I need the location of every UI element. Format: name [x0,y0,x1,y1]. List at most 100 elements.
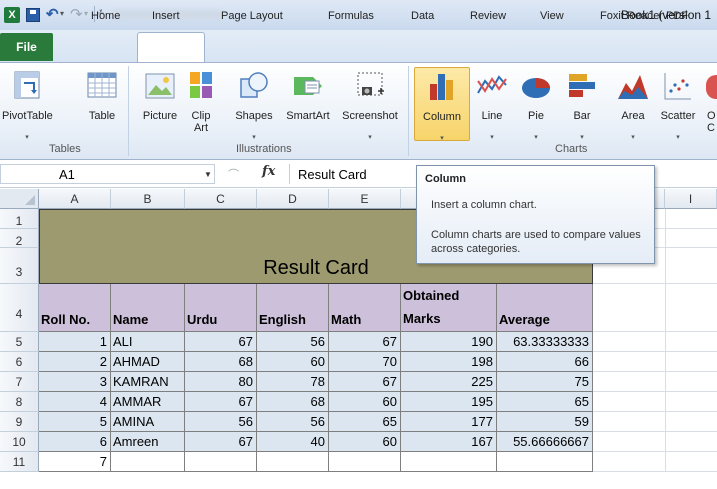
tab-formulas[interactable]: Formulas [328,10,374,22]
chevron-down-icon[interactable]: ▼ [204,170,212,179]
cell-average[interactable]: 75 [497,372,593,392]
column-chart-button[interactable]: Column ▾ [414,67,470,142]
cell-roll[interactable]: 2 [39,352,111,372]
cell-name[interactable]: AMINA [111,412,185,432]
cell-obtained[interactable]: 195 [401,392,497,412]
row-header-2[interactable]: 2 [0,229,39,248]
column-header-c[interactable]: C [185,189,257,209]
pie-chart-button[interactable]: Pie ▾ [516,67,556,141]
select-all-corner[interactable] [0,189,39,209]
cell-average[interactable]: 65 [497,392,593,412]
cell-roll[interactable]: 1 [39,332,111,352]
cell-math[interactable]: 67 [329,372,401,392]
cell-math[interactable]: 65 [329,412,401,432]
cell-urdu[interactable]: 56 [185,412,257,432]
cell-average[interactable]: 55.66666667 [497,432,593,452]
cell-english[interactable] [257,452,329,472]
row-header-10[interactable]: 10 [0,432,39,452]
column-header-a[interactable]: A [39,189,111,209]
column-header-e[interactable]: E [329,189,401,209]
tab-data[interactable]: Data [411,10,434,22]
cell-name[interactable]: KAMRAN [111,372,185,392]
tab-file[interactable]: File [0,33,53,61]
cell-name[interactable]: Amreen [111,432,185,452]
cell-english[interactable]: 56 [257,332,329,352]
cell-english[interactable]: 78 [257,372,329,392]
cell-urdu[interactable]: 67 [185,432,257,452]
row-header-4[interactable]: 4 [0,284,39,332]
header-average[interactable]: Average [497,284,593,332]
row-header-5[interactable]: 5 [0,332,39,352]
area-chart-button[interactable]: Area ▾ [613,67,653,141]
cell-english[interactable]: 56 [257,412,329,432]
header-math[interactable]: Math [329,284,401,332]
tab-review[interactable]: Review [470,10,506,22]
pivottable-button[interactable]: PivotTable ▾ [2,67,53,141]
row-header-8[interactable]: 8 [0,392,39,412]
tab-insert[interactable]: Insert [152,10,180,22]
cell-roll[interactable]: 6 [39,432,111,452]
cell-urdu[interactable]: 68 [185,352,257,372]
cell-obtained[interactable]: 190 [401,332,497,352]
cell-name[interactable]: AMMAR [111,392,185,412]
column-header-b[interactable]: B [111,189,185,209]
row-header-9[interactable]: 9 [0,412,39,432]
shapes-button[interactable]: Shapes ▾ [233,67,275,141]
row-header-3[interactable]: 3 [0,248,39,284]
tab-view[interactable]: View [540,10,564,22]
cell-obtained[interactable]: 198 [401,352,497,372]
clip-art-button[interactable]: Clip Art [188,67,214,141]
tab-home[interactable]: Home [91,10,120,22]
cell-urdu[interactable]: 67 [185,392,257,412]
cell-obtained[interactable]: 177 [401,412,497,432]
name-box[interactable] [0,164,215,184]
excel-icon[interactable]: X [4,7,20,23]
header-english[interactable]: English [257,284,329,332]
cell-urdu[interactable]: 67 [185,332,257,352]
bar-chart-button[interactable]: Bar ▾ [562,67,602,141]
table-button[interactable]: Table [84,67,120,141]
formula-cancel-icon[interactable]: ⌒ [228,166,239,182]
other-charts-button[interactable]: O C [704,67,717,141]
undo-dropdown-icon[interactable]: ▾ [60,9,64,18]
cell-obtained[interactable] [401,452,497,472]
save-icon[interactable] [26,8,40,22]
cell-roll[interactable]: 7 [39,452,111,472]
header-urdu[interactable]: Urdu [185,284,257,332]
cell-average[interactable]: 59 [497,412,593,432]
cell-obtained[interactable]: 225 [401,372,497,392]
tab-page-layout[interactable]: Page Layout [221,10,283,22]
cell-obtained[interactable]: 167 [401,432,497,452]
picture-button[interactable]: Picture [137,67,183,141]
column-header-d[interactable]: D [257,189,329,209]
row-header-7[interactable]: 7 [0,372,39,392]
cell-name[interactable]: AHMAD [111,352,185,372]
row-header-11[interactable]: 11 [0,452,39,472]
cell-urdu[interactable]: 80 [185,372,257,392]
redo-icon[interactable]: ↷ [70,5,83,23]
cell-average[interactable]: 66 [497,352,593,372]
cell-english[interactable]: 60 [257,352,329,372]
cell-math[interactable]: 70 [329,352,401,372]
cell-urdu[interactable] [185,452,257,472]
smartart-button[interactable]: SmartArt [280,67,336,141]
cell-name[interactable]: ALI [111,332,185,352]
undo-icon[interactable]: ↶ [46,5,59,23]
screenshot-button[interactable]: Screenshot ▾ [336,67,404,141]
cell-math[interactable]: 60 [329,392,401,412]
column-header-i[interactable]: I [665,189,717,209]
cell-roll[interactable]: 5 [39,412,111,432]
redo-dropdown-icon[interactable]: ▾ [84,9,88,18]
header-roll-no[interactable]: Roll No. [39,284,111,332]
cell-name[interactable] [111,452,185,472]
scatter-chart-button[interactable]: Scatter ▾ [656,67,700,141]
tab-foxit-reader-pdf[interactable]: Foxit Reader PDF [600,10,688,22]
line-chart-button[interactable]: Line ▾ [472,67,512,141]
header-obtained-marks[interactable]: Obtained Marks [401,284,497,332]
header-name[interactable]: Name [111,284,185,332]
cell-average[interactable] [497,452,593,472]
cell-roll[interactable]: 4 [39,392,111,412]
row-header-6[interactable]: 6 [0,352,39,372]
cell-roll[interactable]: 3 [39,372,111,392]
cell-math[interactable] [329,452,401,472]
